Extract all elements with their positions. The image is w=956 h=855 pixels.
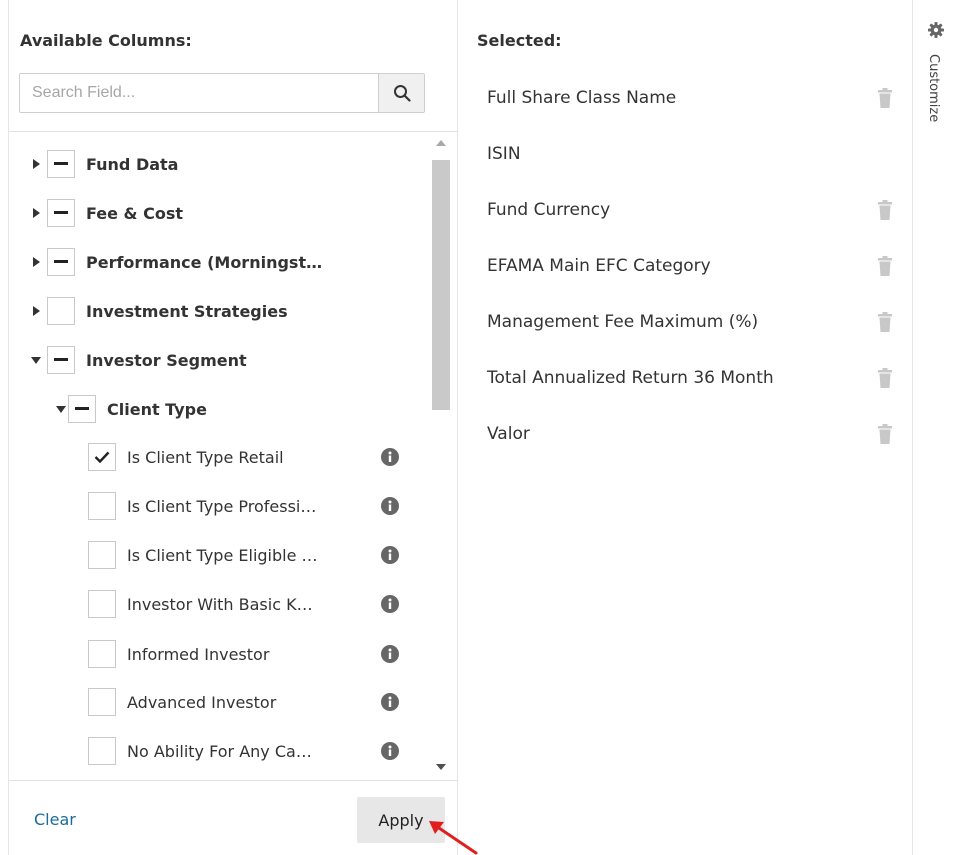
caret-right-icon[interactable] <box>29 255 43 269</box>
checkbox-partial[interactable] <box>68 395 96 423</box>
selected-item[interactable]: Fund Currency <box>487 200 610 220</box>
checkbox[interactable] <box>88 492 116 520</box>
tree-row-label: Is Client Type Eligible … <box>127 545 318 565</box>
dash-icon <box>75 407 89 410</box>
tree-row[interactable]: Fee & Cost <box>29 199 183 227</box>
caret-right-icon[interactable] <box>29 157 43 171</box>
tree-row[interactable]: Is Client Type Professi… <box>88 492 316 520</box>
tree-scrollbar[interactable] <box>430 136 452 776</box>
available-columns-title: Available Columns: <box>20 31 192 50</box>
selected-columns-title: Selected: <box>477 31 562 50</box>
selected-item[interactable]: EFAMA Main EFC Category <box>487 256 711 276</box>
caret-right-icon[interactable] <box>29 206 43 220</box>
annotation-arrow <box>429 821 478 855</box>
tree-row[interactable]: Investor With Basic K… <box>88 590 313 618</box>
tree-row-label: Fee & Cost <box>86 203 183 223</box>
checkbox[interactable] <box>88 590 116 618</box>
scroll-thumb[interactable] <box>432 160 450 410</box>
tree-row[interactable]: Client Type <box>54 395 207 423</box>
caret-down-icon[interactable] <box>54 402 68 416</box>
tree-row-label: Is Client Type Retail <box>127 447 284 467</box>
checkbox-checked[interactable] <box>88 443 116 471</box>
checkmark-icon <box>94 451 110 463</box>
scroll-up-arrow-icon[interactable] <box>436 140 446 146</box>
checkbox[interactable] <box>47 297 75 325</box>
tree-row-label: Is Client Type Professi… <box>127 496 317 516</box>
selected-item[interactable]: Total Annualized Return 36 Month <box>487 368 774 388</box>
trash-icon[interactable] <box>877 88 893 108</box>
tree-row[interactable]: Fund Data <box>29 150 178 178</box>
customize-tab[interactable]: Customize <box>914 0 956 855</box>
trash-icon[interactable] <box>877 256 893 276</box>
gear-icon[interactable] <box>928 22 944 38</box>
tree-row-label: Investor Segment <box>86 350 247 370</box>
tree-row-label: Advanced Investor <box>127 692 277 712</box>
tree-row-label: Informed Investor <box>127 644 270 664</box>
column-tree: Fund Data Fee & Cost Performance (Mornings… <box>9 132 429 780</box>
info-icon[interactable] <box>381 742 399 760</box>
tree-bottom-divider <box>9 780 457 781</box>
tree-row[interactable]: Advanced Investor <box>88 688 276 716</box>
selected-item[interactable]: Valor <box>487 424 530 444</box>
clear-link[interactable]: Clear <box>34 810 76 829</box>
dash-icon <box>54 358 68 361</box>
tree-row-label: Investor With Basic K… <box>127 594 313 614</box>
selected-item[interactable]: ISIN <box>487 144 521 164</box>
dash-icon <box>54 162 68 165</box>
selected-columns-panel: Selected: Full Share Class Name ISIN Fund … <box>459 0 913 855</box>
search-icon <box>393 85 411 102</box>
tree-row[interactable]: Informed Investor <box>88 640 269 668</box>
search-input[interactable] <box>20 74 378 112</box>
tree-row[interactable]: Is Client Type Retail <box>88 443 284 471</box>
tree-row[interactable]: Performance (Morningst… <box>29 248 322 276</box>
checkbox[interactable] <box>88 688 116 716</box>
info-icon[interactable] <box>381 693 399 711</box>
trash-icon[interactable] <box>877 424 893 444</box>
info-icon[interactable] <box>381 546 399 564</box>
selected-item[interactable]: Full Share Class Name <box>487 88 676 108</box>
caret-down-icon[interactable] <box>29 353 43 367</box>
checkbox[interactable] <box>88 640 116 668</box>
info-icon[interactable] <box>381 595 399 613</box>
checkbox[interactable] <box>88 737 116 765</box>
checkbox-partial[interactable] <box>47 248 75 276</box>
available-columns-panel: Available Columns: Fund Data Fee & Cost Pe… <box>8 0 458 855</box>
tree-row-label: Performance (Morningst… <box>86 252 323 272</box>
search-box <box>19 73 425 113</box>
tree-row-label: Investment Strategies <box>86 301 288 321</box>
checkbox-partial[interactable] <box>47 150 75 178</box>
tree-row[interactable]: Is Client Type Eligible … <box>88 541 318 569</box>
tree-row-label: Client Type <box>107 399 207 419</box>
tree-row[interactable]: Investor Segment <box>29 346 247 374</box>
trash-icon[interactable] <box>877 368 893 388</box>
checkbox-partial[interactable] <box>47 199 75 227</box>
dash-icon <box>54 260 68 263</box>
info-icon[interactable] <box>381 448 399 466</box>
dash-icon <box>54 211 68 214</box>
trash-icon[interactable] <box>877 200 893 220</box>
tree-row[interactable]: No Ability For Any Ca… <box>88 737 312 765</box>
checkbox[interactable] <box>88 541 116 569</box>
customize-label[interactable]: Customize <box>926 54 941 122</box>
info-icon[interactable] <box>381 497 399 515</box>
caret-right-icon[interactable] <box>29 304 43 318</box>
tree-row[interactable]: Investment Strategies <box>29 297 288 325</box>
info-icon[interactable] <box>381 645 399 663</box>
checkbox-partial[interactable] <box>47 346 75 374</box>
tree-row-label: No Ability For Any Ca… <box>127 741 312 761</box>
scroll-down-arrow-icon[interactable] <box>436 764 446 770</box>
search-button[interactable] <box>378 74 424 112</box>
trash-icon[interactable] <box>877 312 893 332</box>
tree-row-label: Fund Data <box>86 154 179 174</box>
selected-item[interactable]: Management Fee Maximum (%) <box>487 312 758 332</box>
